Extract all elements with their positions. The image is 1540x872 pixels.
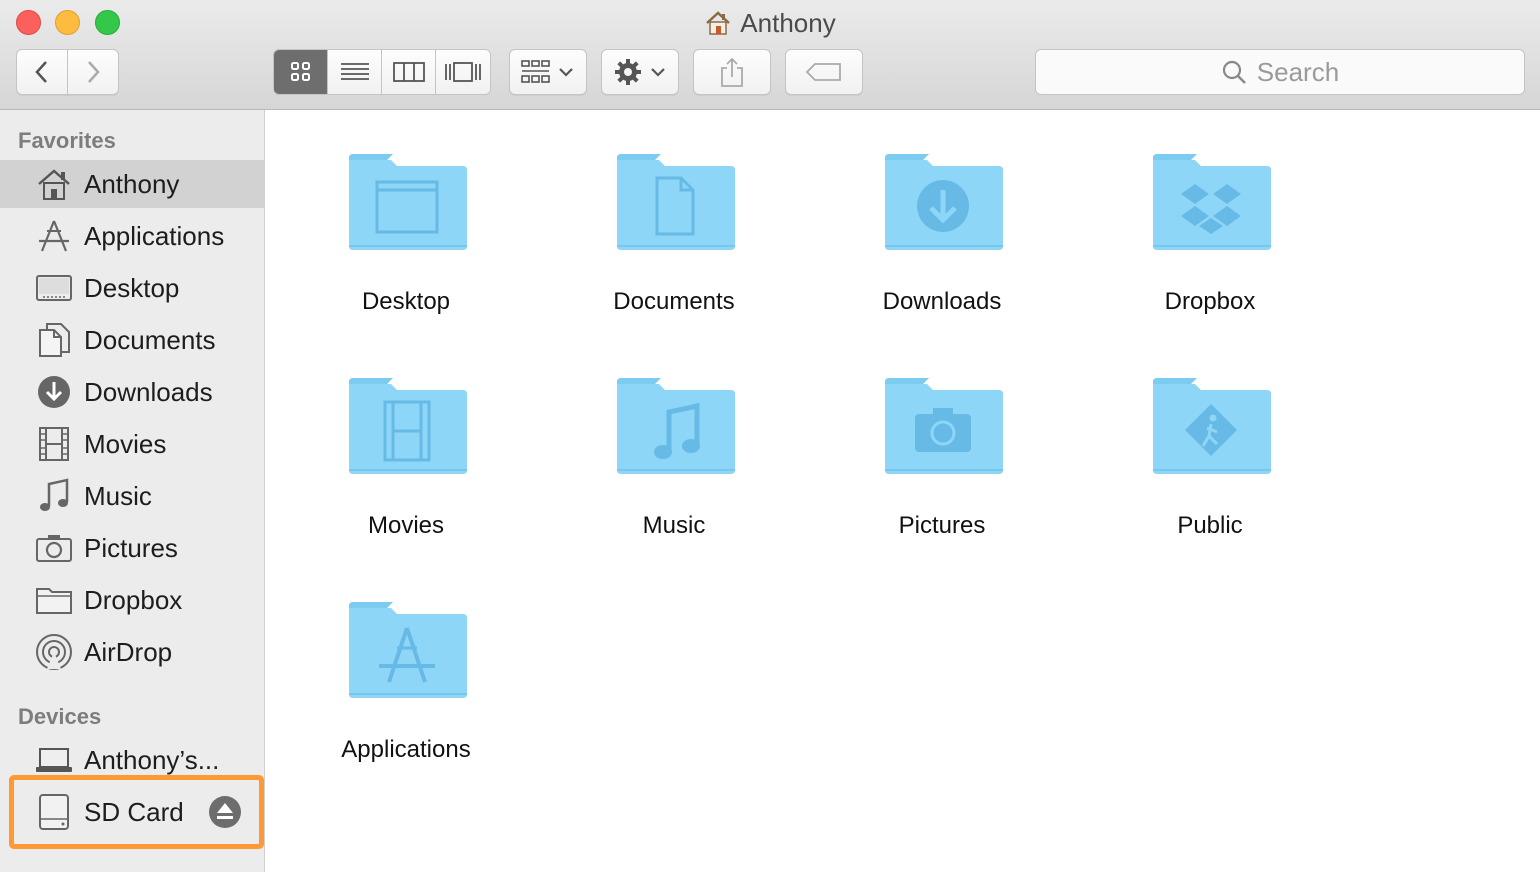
- sidebar-item-label: Documents: [84, 324, 216, 355]
- favorites-header: Favorites: [18, 128, 116, 153]
- share-button[interactable]: [693, 49, 771, 95]
- search-placeholder: Search: [1256, 56, 1340, 87]
- folder-name: Pictures: [898, 512, 986, 539]
- home-icon: [34, 166, 74, 202]
- sidebar-item-label: Downloads: [84, 376, 213, 407]
- sidebar-item-label: AirDrop: [84, 636, 173, 667]
- folder-item-pictures[interactable]: Pictures: [832, 356, 1052, 556]
- folder-dropbox-icon: [1153, 154, 1271, 250]
- laptop-icon: [34, 742, 74, 778]
- airdrop-icon: [34, 634, 74, 670]
- sidebar-item-airdrop[interactable]: AirDrop: [0, 628, 264, 676]
- coverflow-view-button[interactable]: [436, 50, 490, 94]
- sidebar-item-pictures[interactable]: Pictures: [0, 524, 264, 572]
- folder-item-music[interactable]: Music: [564, 356, 784, 556]
- icon-view-button[interactable]: [274, 50, 328, 94]
- toolbar: Anthony Search: [0, 0, 1540, 110]
- window-title-text: Anthony: [740, 8, 836, 38]
- back-button[interactable]: [16, 49, 68, 95]
- chevron-down-icon: [559, 68, 573, 77]
- documents-icon: [34, 322, 74, 358]
- list-view-icon: [340, 63, 369, 80]
- applications-icon: [34, 218, 74, 254]
- icon-view-icon: [290, 62, 310, 81]
- sidebar-item-desktop[interactable]: Desktop: [0, 264, 264, 312]
- chevron-down-icon: [651, 68, 665, 77]
- folder-name: Music: [642, 512, 706, 539]
- chevron-right-icon: [88, 61, 100, 83]
- folder-item-downloads[interactable]: Downloads: [832, 132, 1052, 332]
- folder-name: Downloads: [882, 288, 1002, 315]
- folder-name: Public: [1177, 512, 1243, 539]
- sidebar-item-movies[interactable]: Movies: [0, 420, 264, 468]
- folder-document-icon: [617, 154, 735, 250]
- sidebar-item-downloads[interactable]: Downloads: [0, 368, 264, 416]
- chevron-left-icon: [35, 61, 47, 83]
- sidebar-item-anthony[interactable]: Anthony: [0, 160, 264, 208]
- arrange-button[interactable]: [509, 49, 587, 95]
- column-view-button[interactable]: [382, 50, 436, 94]
- sidebar-item-label: Movies: [84, 428, 167, 459]
- sidebar: Favorites Anthony Applications Desktop D…: [0, 110, 265, 872]
- sidebar-item-music[interactable]: Music: [0, 472, 264, 520]
- sidebar-item-label: Applications: [84, 220, 225, 251]
- view-mode-control: [273, 49, 491, 95]
- sidebar-item-label: Pictures: [84, 532, 178, 563]
- sidebar-item-dropbox[interactable]: Dropbox: [0, 576, 264, 624]
- sidebar-item-label: Anthony: [84, 168, 180, 199]
- desktop-icon: [34, 270, 74, 306]
- folder-public-icon: [1153, 378, 1271, 474]
- finder-window: Anthony Search Favorites Anthony Applica…: [0, 0, 1540, 872]
- sidebar-item-documents[interactable]: Documents: [0, 316, 264, 364]
- folder-camera-icon: [885, 378, 1003, 474]
- coverflow-view-icon: [445, 62, 481, 82]
- share-icon: [721, 57, 743, 87]
- list-view-button[interactable]: [328, 50, 382, 94]
- folder-item-movies[interactable]: Movies: [296, 356, 516, 556]
- folder-item-dropbox[interactable]: Dropbox: [1100, 132, 1320, 332]
- folder-film-icon: [349, 378, 467, 474]
- column-view-icon: [392, 62, 425, 82]
- folder-window-icon: [349, 154, 467, 250]
- window-title: Anthony: [0, 6, 1540, 45]
- folder-name: Movies: [367, 512, 445, 539]
- folder-name: Applications: [341, 736, 471, 763]
- sidebar-item-label: Anthony’s...: [84, 744, 220, 775]
- folder-name: Dropbox: [1164, 288, 1256, 315]
- file-grid: Desktop Documents Downloads Dropbox Movi…: [266, 110, 1540, 872]
- folder-download-icon: [885, 154, 1003, 250]
- gear-icon: [615, 59, 641, 85]
- folder-item-desktop[interactable]: Desktop: [296, 132, 516, 332]
- movies-icon: [34, 426, 74, 462]
- arrange-grid-icon: [521, 60, 550, 83]
- folder-item-public[interactable]: Public: [1100, 356, 1320, 556]
- search-icon: [1222, 60, 1246, 84]
- sidebar-item-label: Desktop: [84, 272, 180, 303]
- sidebar-item-label: Dropbox: [84, 584, 183, 615]
- tags-button[interactable]: [785, 49, 863, 95]
- folder-name: Documents: [613, 288, 735, 315]
- search-field[interactable]: Search: [1035, 49, 1525, 95]
- folder-note-icon: [617, 378, 735, 474]
- folder-item-applications[interactable]: Applications: [296, 580, 516, 780]
- sd-card-highlight: [9, 775, 264, 849]
- folder-name: Desktop: [361, 288, 451, 315]
- action-button[interactable]: [601, 49, 679, 95]
- forward-button[interactable]: [67, 49, 119, 95]
- music-icon: [34, 478, 74, 514]
- folder-icon: [34, 582, 74, 618]
- sidebar-item-applications[interactable]: Applications: [0, 212, 264, 260]
- sidebar-item-label: Music: [84, 480, 152, 511]
- pictures-icon: [34, 530, 74, 566]
- downloads-icon: [34, 374, 74, 410]
- tag-icon: [805, 63, 841, 81]
- folder-apps-icon: [349, 602, 467, 698]
- folder-item-documents[interactable]: Documents: [564, 132, 784, 332]
- devices-header: Devices: [18, 704, 102, 729]
- home-icon: [704, 9, 732, 45]
